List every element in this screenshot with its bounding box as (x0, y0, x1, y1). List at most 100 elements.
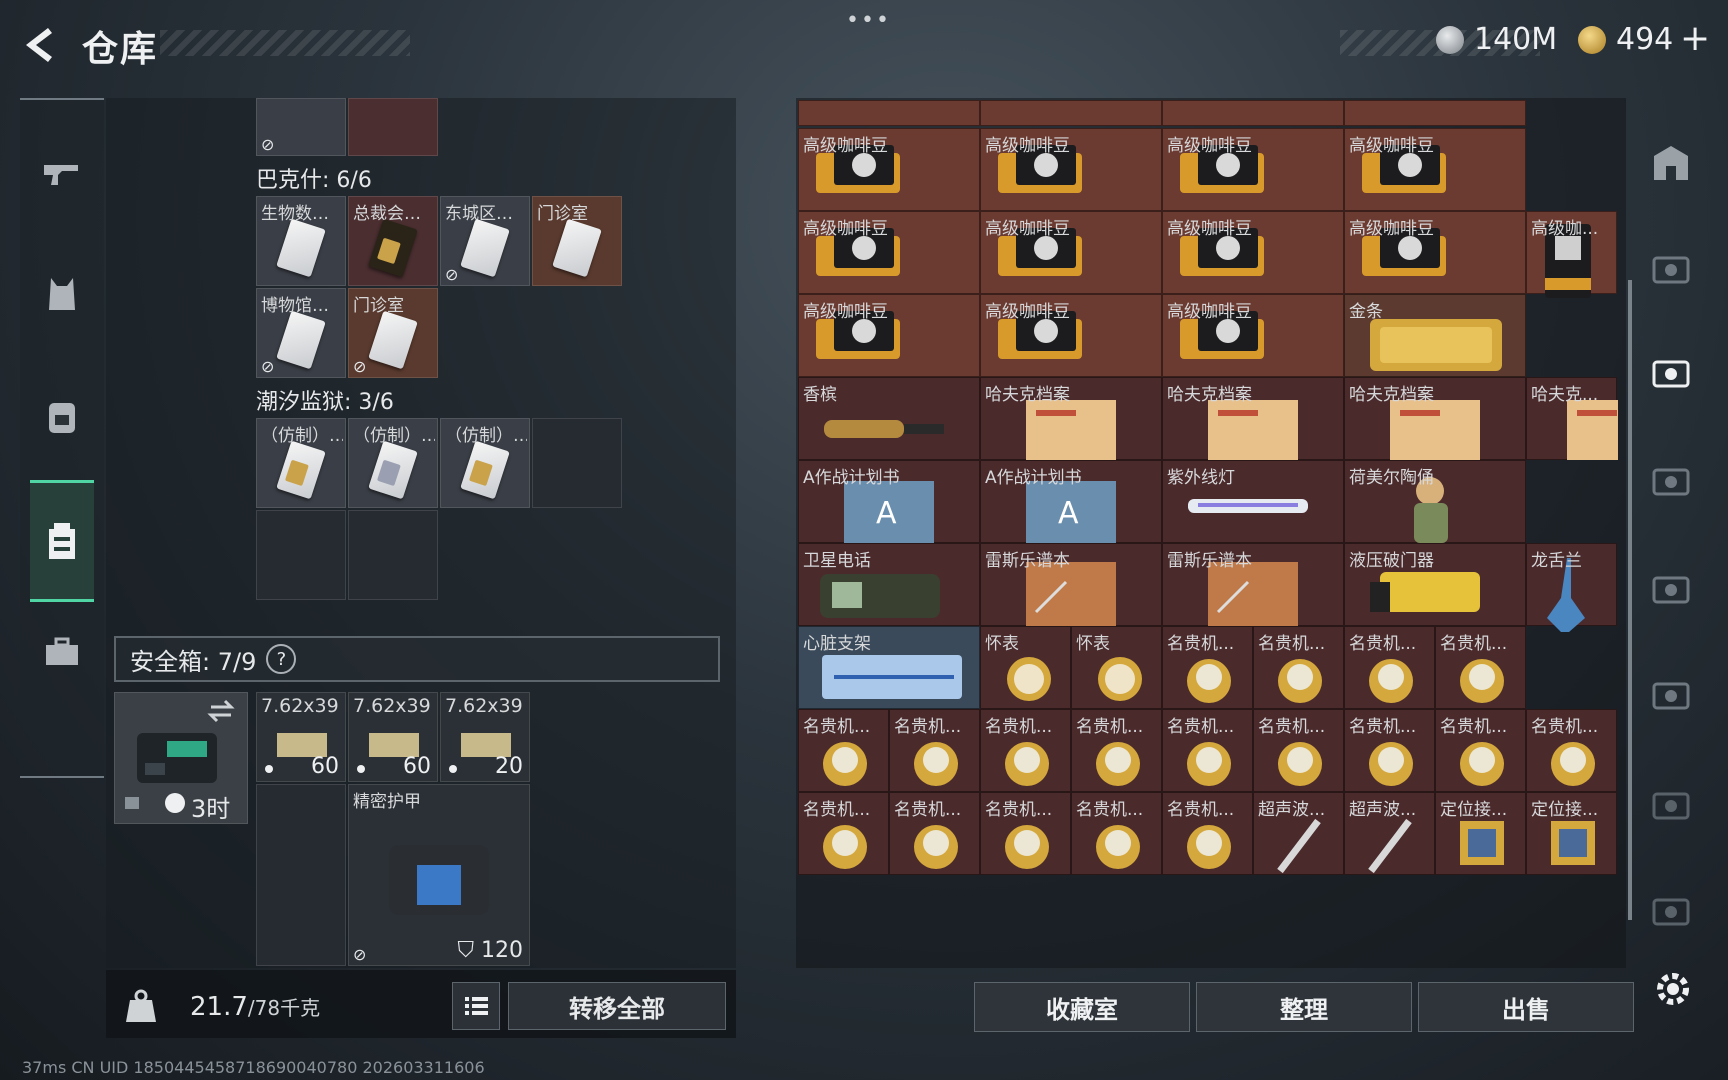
armor-item[interactable]: 精密护甲 ⊘ ⛉ 120 (348, 784, 530, 966)
stash-item[interactable]: 心脏支架 (798, 626, 980, 709)
item-slot[interactable] (348, 98, 438, 156)
more-menu-icon[interactable]: ••• (846, 8, 891, 33)
stash-item[interactable]: 名贵机... (1162, 792, 1253, 875)
stash-item[interactable]: 名贵机... (1071, 709, 1162, 792)
stash-item[interactable]: 名贵机... (1162, 626, 1253, 709)
stash-item[interactable]: 哈夫克档案 (1162, 377, 1344, 460)
keycard-item[interactable]: 博物馆… ⊘ (256, 288, 346, 378)
stash-item[interactable]: 名贵机... (798, 709, 889, 792)
stash-scrollbar[interactable] (1628, 280, 1632, 920)
stash-item[interactable]: 名贵机... (1526, 709, 1617, 792)
nav-briefcase[interactable] (30, 620, 94, 684)
stash-item[interactable]: 名贵机... (1253, 709, 1344, 792)
home-icon[interactable] (1648, 140, 1694, 186)
stash-item[interactable]: 高级咖啡豆 (798, 294, 980, 377)
nav-backpack[interactable] (30, 384, 94, 448)
stash-item[interactable]: 名贵机... (1435, 709, 1526, 792)
stash-item[interactable]: 名贵机... (1162, 709, 1253, 792)
stash-item-partial[interactable] (1162, 100, 1344, 126)
stash-tab-v[interactable] (1648, 672, 1694, 718)
list-button[interactable] (452, 982, 500, 1030)
stash-item[interactable]: 怀表 (980, 626, 1071, 709)
empty-slot[interactable] (532, 418, 622, 508)
stash-item[interactable]: 高级咖啡豆 (798, 211, 980, 294)
stash-item[interactable]: 哈夫克档案 (1344, 377, 1526, 460)
stash-item[interactable]: 高级咖啡豆 (980, 211, 1162, 294)
stash-item[interactable]: 名贵机... (889, 709, 980, 792)
stash-item-partial[interactable] (798, 100, 980, 126)
stash-item[interactable]: 名贵机... (798, 792, 889, 875)
stash-item[interactable]: 定位接... (1435, 792, 1526, 875)
stash-item-partial[interactable] (1344, 100, 1526, 126)
stash-item[interactable]: 卫星电话 (798, 543, 980, 626)
stash-item[interactable]: 高级咖啡豆 (1162, 294, 1344, 377)
stash-item[interactable]: 龙舌兰 (1526, 543, 1617, 632)
stash-tab-iv[interactable] (1648, 888, 1694, 934)
stash-item[interactable]: 高级咖啡豆 (980, 294, 1162, 377)
safebox-slot[interactable]: 3时 (114, 692, 248, 824)
help-icon[interactable]: ? (266, 644, 297, 674)
stash-item[interactable]: 高级咖啡豆 (798, 128, 980, 211)
sort-button[interactable]: 整理 (1196, 982, 1412, 1032)
stash-item[interactable]: 雷斯乐谱本 (1162, 543, 1344, 628)
nav-armor[interactable] (30, 262, 94, 326)
stash-tab-v[interactable] (1648, 458, 1694, 504)
stash-item[interactable]: 定位接... (1526, 792, 1617, 875)
nav-storage[interactable] (30, 480, 94, 602)
ammo-item[interactable]: 7.62x39 AP60 (348, 692, 438, 782)
stash-item[interactable]: 名贵机... (980, 709, 1071, 792)
stash-item[interactable]: 超声波... (1344, 792, 1435, 875)
item-slot[interactable]: ⊘ (256, 98, 346, 156)
keycard-item[interactable]: 门诊室 (532, 196, 622, 286)
keycard-item[interactable]: （仿制）… (256, 418, 346, 508)
empty-slot[interactable] (256, 510, 346, 600)
stash-tab-v-selected[interactable] (1648, 350, 1694, 396)
collection-room-button[interactable]: 收藏室 (974, 982, 1190, 1032)
stash-item[interactable]: 雷斯乐谱本 (980, 543, 1162, 628)
ammo-item[interactable]: 7.62x39 AP60 (256, 692, 346, 782)
stash-item[interactable]: 名贵机... (980, 792, 1071, 875)
stash-item[interactable]: 液压破门器 (1344, 543, 1526, 626)
settings-gear-icon[interactable] (1650, 966, 1696, 1012)
keycard-item[interactable]: 总裁会… (348, 196, 438, 286)
stash-item[interactable]: 超声波... (1253, 792, 1344, 875)
stash-item[interactable]: 名贵机... (889, 792, 980, 875)
keycard-item[interactable]: 门诊室 ⊘ (348, 288, 438, 378)
stash-item[interactable]: 紫外线灯 (1162, 460, 1344, 543)
stash-tab-iv[interactable] (1648, 782, 1694, 828)
keycard-item[interactable]: 生物数… (256, 196, 346, 286)
stash-item[interactable]: A A作战计划书 (980, 460, 1162, 543)
stash-item[interactable]: 高级咖... (1526, 211, 1617, 298)
keycard-item[interactable]: （仿制）… (440, 418, 530, 508)
sell-button[interactable]: 出售 (1418, 982, 1634, 1032)
stash-item[interactable]: 名贵机... (1344, 709, 1435, 792)
add-currency-button[interactable]: + (1680, 18, 1710, 59)
stash-item[interactable]: 高级咖啡豆 (1344, 211, 1526, 294)
ammo-item[interactable]: 7.62x39 AP20 (440, 692, 530, 782)
transfer-all-button[interactable]: 转移全部 (508, 982, 726, 1030)
stash-item[interactable]: 哈夫克档案 (980, 377, 1162, 460)
stash-item[interactable]: 名贵机... (1071, 792, 1162, 875)
empty-slot[interactable] (348, 510, 438, 600)
swap-icon[interactable] (207, 699, 235, 723)
stash-item-partial[interactable] (980, 100, 1162, 126)
stash-item[interactable]: 高级咖啡豆 (1344, 128, 1526, 211)
stash-item[interactable]: 荷美尔陶俑 (1344, 460, 1526, 543)
stash-item[interactable]: 高级咖啡豆 (1162, 128, 1344, 211)
stash-item[interactable]: 高级咖啡豆 (1162, 211, 1344, 294)
nav-weapon[interactable] (30, 142, 94, 206)
stash-item[interactable]: 金条 (1344, 294, 1526, 377)
empty-slot[interactable] (256, 784, 346, 966)
stash-item[interactable]: 哈夫克... (1526, 377, 1618, 460)
stash-item[interactable]: 名贵机... (1344, 626, 1435, 709)
stash-item[interactable]: 高级咖啡豆 (980, 128, 1162, 211)
stash-item[interactable]: A A作战计划书 (798, 460, 980, 543)
keycard-item[interactable]: （仿制）… (348, 418, 438, 508)
stash-item[interactable]: 香槟 (798, 377, 980, 460)
stash-item[interactable]: 怀表 (1071, 626, 1162, 709)
stash-tab-v[interactable] (1648, 246, 1694, 292)
keycard-item[interactable]: 东城区… ⊘ (440, 196, 530, 286)
stash-tab-v[interactable] (1648, 566, 1694, 612)
back-arrow-icon[interactable] (18, 22, 64, 68)
stash-item[interactable]: 名贵机... (1253, 626, 1344, 709)
